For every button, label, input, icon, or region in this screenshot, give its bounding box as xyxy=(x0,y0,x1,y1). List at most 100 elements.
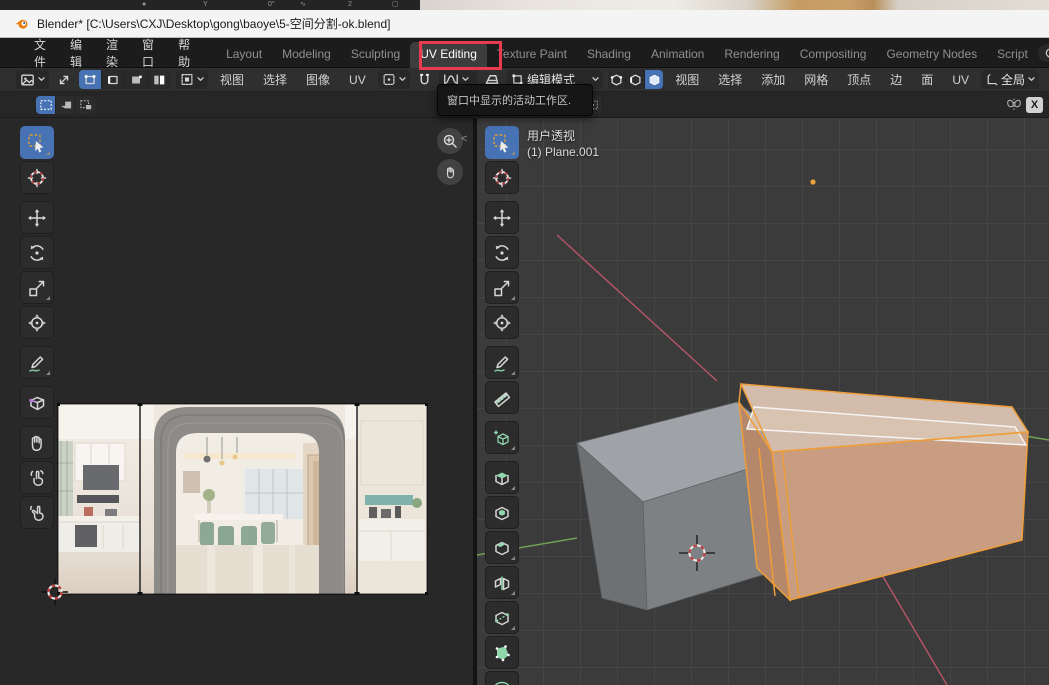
light-object-dot[interactable] xyxy=(810,179,815,184)
select-extend-button[interactable] xyxy=(56,96,76,114)
uv-sync-selection-button[interactable] xyxy=(54,70,74,89)
transform-orientation-dropdown[interactable]: 全局 xyxy=(981,70,1039,89)
pan-button[interactable] xyxy=(437,159,463,185)
tab-sculpting[interactable]: Sculpting xyxy=(341,42,410,68)
transform-tool-button[interactable] xyxy=(485,306,519,339)
chevron-down-icon xyxy=(399,77,406,82)
annotate-tool-button[interactable] xyxy=(485,346,519,379)
chevron-down-icon xyxy=(38,77,45,82)
background-glyph: ∿ xyxy=(300,0,306,10)
sticky-selection-button[interactable] xyxy=(176,70,208,89)
edge-select-button[interactable] xyxy=(626,70,644,89)
uv-menu-image[interactable]: 图像 xyxy=(299,71,337,88)
background-glyph: 0° xyxy=(268,0,275,10)
tweak-tool-button[interactable] xyxy=(20,126,54,159)
select-set-button[interactable] xyxy=(36,96,56,114)
vp-menu-mesh[interactable]: 网格 xyxy=(797,71,835,88)
uv-menu-uv[interactable]: UV xyxy=(342,73,373,87)
x-axis-line xyxy=(557,235,717,381)
snap-toggle-button[interactable] xyxy=(415,70,434,89)
uv-edge-select-button[interactable] xyxy=(102,70,125,89)
zoom-button[interactable] xyxy=(437,128,463,154)
pivot-point-button[interactable] xyxy=(378,70,410,89)
chevron-down-icon xyxy=(592,77,599,82)
scale-tool-button[interactable] xyxy=(20,271,54,304)
uv-2d-cursor[interactable] xyxy=(41,578,69,606)
uv-menu-view[interactable]: 视图 xyxy=(213,71,251,88)
vp-menu-edge[interactable]: 边 xyxy=(883,71,909,88)
select-subtract-button[interactable] xyxy=(76,96,96,114)
uv-editor-area[interactable]: < xyxy=(0,118,473,685)
cursor-tool-button[interactable] xyxy=(20,161,54,194)
tweak-tool-button[interactable] xyxy=(485,126,519,159)
selected-cube-object[interactable] xyxy=(739,384,1028,600)
viewport-scene xyxy=(477,118,1049,685)
rip-region-tool-button[interactable] xyxy=(20,386,54,419)
uv-vertex-select-button[interactable] xyxy=(79,70,102,89)
uv-editor-type-icon xyxy=(20,73,35,87)
top-menu-bar: 文件 编辑 渲染 窗口 帮助 Layout Modeling Sculpting… xyxy=(0,38,1049,68)
rotate-tool-button[interactable] xyxy=(485,236,519,269)
tab-modeling[interactable]: Modeling xyxy=(272,42,341,68)
background-glyph: 2 xyxy=(348,0,352,10)
tab-rendering[interactable]: Rendering xyxy=(714,42,789,68)
rotate-tool-button[interactable] xyxy=(20,236,54,269)
tab-layout[interactable]: Layout xyxy=(216,42,272,68)
pivot-icon xyxy=(382,73,396,86)
face-select-button[interactable] xyxy=(645,70,663,89)
mirror-x-toggle[interactable]: X xyxy=(1026,97,1043,113)
mesh-select-mode-group xyxy=(608,70,663,89)
cursor-tool-button[interactable] xyxy=(485,161,519,194)
snap-magnet-icon xyxy=(417,72,432,87)
background-glyph: ● xyxy=(142,0,146,10)
tab-texture-paint[interactable]: Texture Paint xyxy=(487,42,577,68)
background-glyph: ▢ xyxy=(392,0,399,10)
uv-menu-select[interactable]: 选择 xyxy=(256,71,294,88)
poly-build-tool-button[interactable] xyxy=(485,636,519,669)
move-tool-button[interactable] xyxy=(20,201,54,234)
measure-tool-button[interactable] xyxy=(485,381,519,414)
pinch-tool-button[interactable] xyxy=(20,496,54,529)
vp-menu-select[interactable]: 选择 xyxy=(711,71,749,88)
vp-menu-view[interactable]: 视图 xyxy=(668,71,706,88)
uv-face-select-button[interactable] xyxy=(125,70,148,89)
viewport-toolbar xyxy=(485,126,519,685)
editor-type-button[interactable] xyxy=(16,70,49,89)
vertex-select-button[interactable] xyxy=(608,70,626,89)
tab-animation[interactable]: Animation xyxy=(641,42,714,68)
blender-window: ● Y 0° ∿ 2 ▢ Blender* [C:\Users\CXJ\Desk… xyxy=(0,0,1049,685)
add-cube-tool-button[interactable] xyxy=(485,421,519,454)
bevel-tool-button[interactable] xyxy=(485,531,519,564)
collapse-region-arrow[interactable]: < xyxy=(461,133,467,145)
tab-uv-editing[interactable]: UV Editing xyxy=(410,42,487,68)
tab-geometry-nodes[interactable]: Geometry Nodes xyxy=(876,42,987,68)
inset-faces-tool-button[interactable] xyxy=(485,496,519,529)
spin-tool-button[interactable] xyxy=(485,671,519,685)
move-tool-button[interactable] xyxy=(485,201,519,234)
vp-menu-face[interactable]: 面 xyxy=(914,71,940,88)
orientation-axes-icon xyxy=(985,73,998,86)
tab-compositing[interactable]: Compositing xyxy=(790,42,877,68)
uv-image[interactable] xyxy=(57,403,428,595)
uv-editor-header: 视图 选择 图像 UV xyxy=(0,68,473,92)
scene-selector-button[interactable] xyxy=(1038,44,1049,62)
grab-tool-button[interactable] xyxy=(20,426,54,459)
loop-cut-tool-button[interactable] xyxy=(485,566,519,599)
vp-menu-add[interactable]: 添加 xyxy=(754,71,792,88)
annotate-tool-button[interactable] xyxy=(20,346,54,379)
transform-tool-button[interactable] xyxy=(20,306,54,339)
pan-hand-icon xyxy=(443,165,458,180)
chevron-down-icon xyxy=(197,77,204,82)
scale-tool-button[interactable] xyxy=(485,271,519,304)
vp-menu-uv[interactable]: UV xyxy=(945,73,976,87)
relax-tool-button[interactable] xyxy=(20,461,54,494)
orientation-label: 全局 xyxy=(1001,71,1025,88)
viewport-3d-area[interactable]: 用户透视 (1) Plane.001 xyxy=(477,118,1049,685)
knife-tool-button[interactable] xyxy=(485,601,519,634)
uv-island-select-button[interactable] xyxy=(148,70,171,89)
tab-shading[interactable]: Shading xyxy=(577,42,641,68)
tab-script[interactable]: Script xyxy=(987,42,1038,68)
vp-menu-vertex[interactable]: 顶点 xyxy=(840,71,878,88)
extrude-region-tool-button[interactable] xyxy=(485,461,519,494)
window-title: Blender* [C:\Users\CXJ\Desktop\gong\baoy… xyxy=(37,15,391,32)
